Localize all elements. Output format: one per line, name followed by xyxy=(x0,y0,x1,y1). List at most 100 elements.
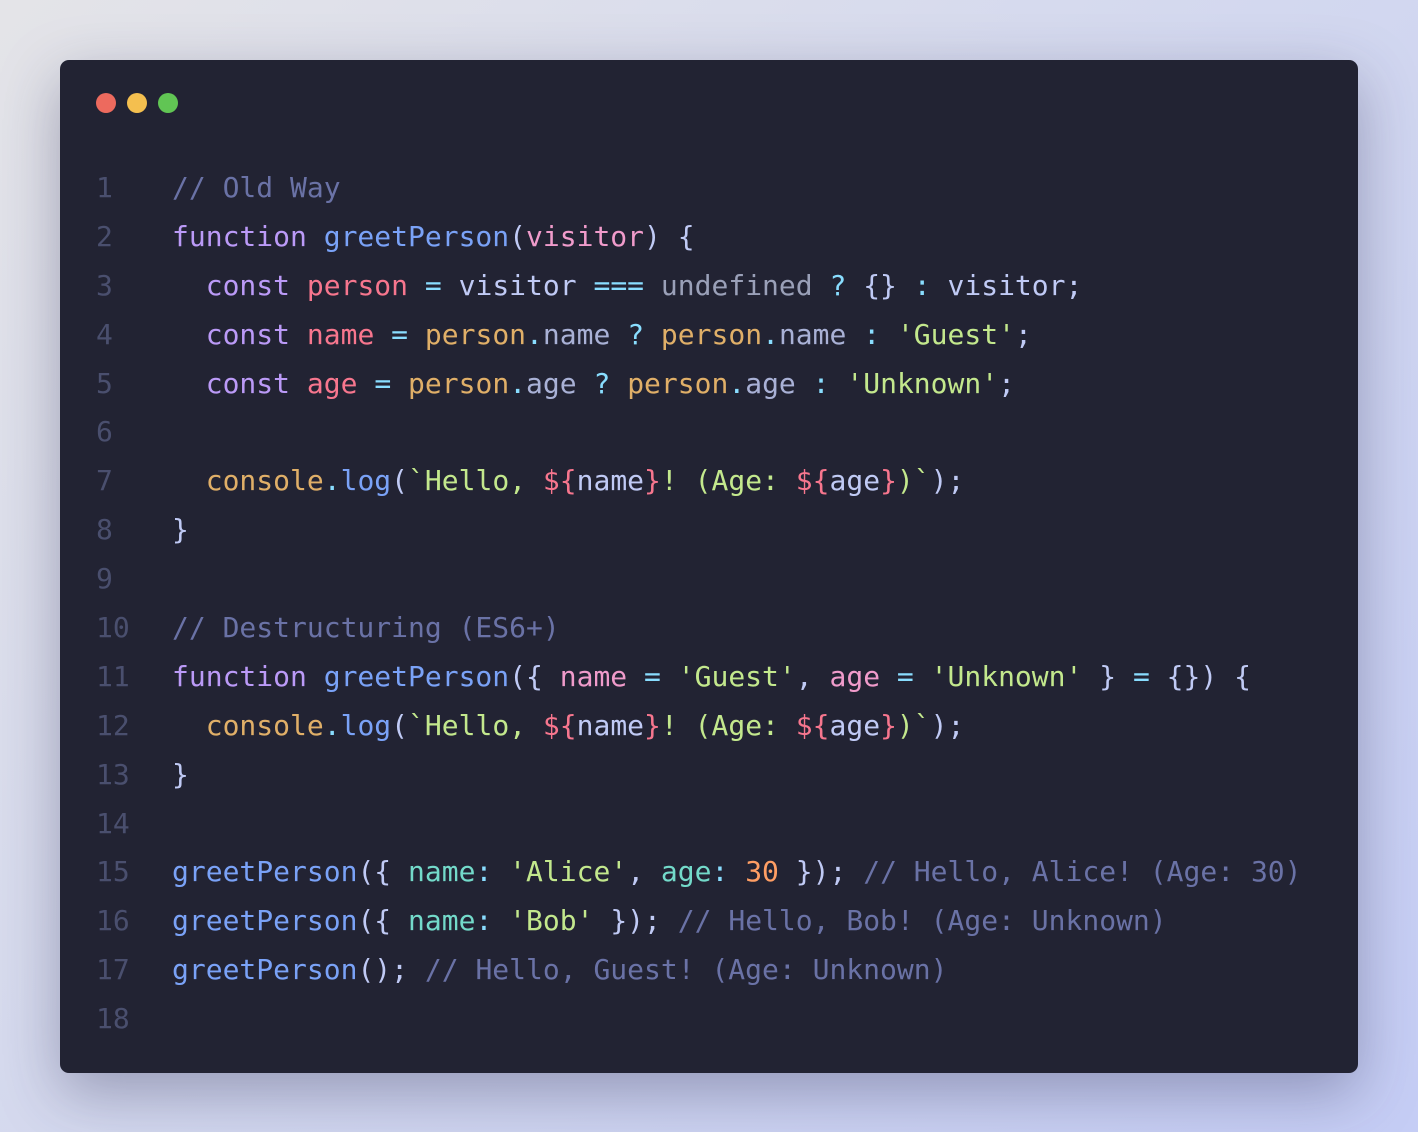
code-token: : xyxy=(711,855,729,889)
code-token: ({ xyxy=(357,855,409,889)
code-token: 'Unknown' xyxy=(930,659,1083,693)
code-token: name xyxy=(408,904,476,938)
code-token: )` xyxy=(896,464,931,498)
code-token: name xyxy=(306,317,375,351)
code-token: } xyxy=(880,464,897,498)
code-token: person xyxy=(306,268,409,302)
code-token: ( xyxy=(509,219,527,253)
maximize-button[interactable] xyxy=(158,93,178,113)
code-token: greetPerson xyxy=(323,219,510,253)
code-token: name xyxy=(576,708,645,742)
code-token: function xyxy=(172,659,307,693)
code-token: . xyxy=(728,366,746,400)
minimize-button[interactable] xyxy=(127,93,147,113)
code-token: person xyxy=(627,366,729,400)
code-token: 30 xyxy=(745,855,779,889)
line-code: console.log(`Hello, ${name}! (Age: ${age… xyxy=(172,702,965,751)
code-token: `Hello, xyxy=(408,708,543,742)
code-line: 5 const age = person.age ? person.age : … xyxy=(60,360,1358,409)
code-token: ! (Age: xyxy=(660,464,796,498)
code-token: age xyxy=(829,464,881,498)
code-token: age xyxy=(745,366,796,400)
code-token: ? xyxy=(829,268,847,302)
code-token: age xyxy=(829,708,881,742)
code-token: : xyxy=(475,855,493,889)
code-line: 2 function greetPerson(visitor) { xyxy=(60,213,1358,262)
code-line: 11 function greetPerson({ name = 'Guest',… xyxy=(60,653,1358,702)
code-line: 17 greetPerson(); // Hello, Guest! (Age: … xyxy=(60,946,1358,995)
line-number: 6 xyxy=(96,415,113,449)
code-token: ) { xyxy=(644,219,695,253)
code-token: ${ xyxy=(542,464,577,498)
line-code: const age = person.age ? person.age : 'U… xyxy=(172,360,1015,409)
code-token: age xyxy=(829,659,881,693)
code-token: = xyxy=(374,366,392,400)
code-token: : xyxy=(913,268,931,302)
line-number: 16 xyxy=(96,904,130,938)
line-number: 17 xyxy=(96,953,130,987)
code-token: visitor xyxy=(441,268,594,302)
line-number: 3 xyxy=(96,268,113,302)
code-line: 7 console.log(`Hello, ${name}! (Age: ${a… xyxy=(60,457,1358,506)
line-number: 2 xyxy=(96,219,113,253)
code-token: person xyxy=(424,317,527,351)
code-token: greetPerson xyxy=(172,855,358,889)
code-token: ! (Age: xyxy=(660,708,796,742)
line-number: 13 xyxy=(96,757,130,791)
code-token: : xyxy=(475,904,493,938)
code-token: } xyxy=(644,708,661,742)
code-token: greetPerson xyxy=(323,659,510,693)
code-token: . xyxy=(762,317,779,351)
line-number: 12 xyxy=(96,708,130,742)
line-number: 14 xyxy=(96,806,130,840)
line-number: 11 xyxy=(96,659,130,693)
code-token: . xyxy=(323,708,341,742)
code-token: const xyxy=(205,268,291,302)
code-line: 13} xyxy=(60,751,1358,800)
code-token: }); xyxy=(593,904,678,938)
code-token: name xyxy=(559,659,628,693)
line-code: greetPerson(); // Hello, Guest! (Age: Un… xyxy=(172,946,947,995)
code-token: . xyxy=(509,366,527,400)
code-line: 3 const person = visitor === undefined ?… xyxy=(60,262,1358,311)
code-token: name xyxy=(778,317,847,351)
line-code: function greetPerson(visitor) { xyxy=(172,213,695,262)
code-token: ; xyxy=(998,366,1015,400)
code-token: person xyxy=(408,366,510,400)
code-token: )` xyxy=(896,708,931,742)
code-token: ${ xyxy=(795,708,830,742)
line-number: 10 xyxy=(96,611,130,645)
code-token: . xyxy=(323,464,341,498)
code-token: name xyxy=(408,855,476,889)
code-line: 16 greetPerson({ name: 'Bob' }); // Hello… xyxy=(60,897,1358,946)
line-code: const name = person.name ? person.name :… xyxy=(172,311,1032,360)
code-line: 4 const name = person.name ? person.name… xyxy=(60,311,1358,360)
code-token: , xyxy=(627,855,661,889)
code-token: } xyxy=(1082,659,1133,693)
code-line: 10 // Destructuring (ES6+) xyxy=(60,604,1358,653)
code-token: name xyxy=(576,464,645,498)
code-token: const xyxy=(205,317,291,351)
close-button[interactable] xyxy=(96,93,116,113)
line-code: greetPerson({ name: 'Alice', age: 30 });… xyxy=(172,848,1302,897)
code-token: ${ xyxy=(542,708,577,742)
